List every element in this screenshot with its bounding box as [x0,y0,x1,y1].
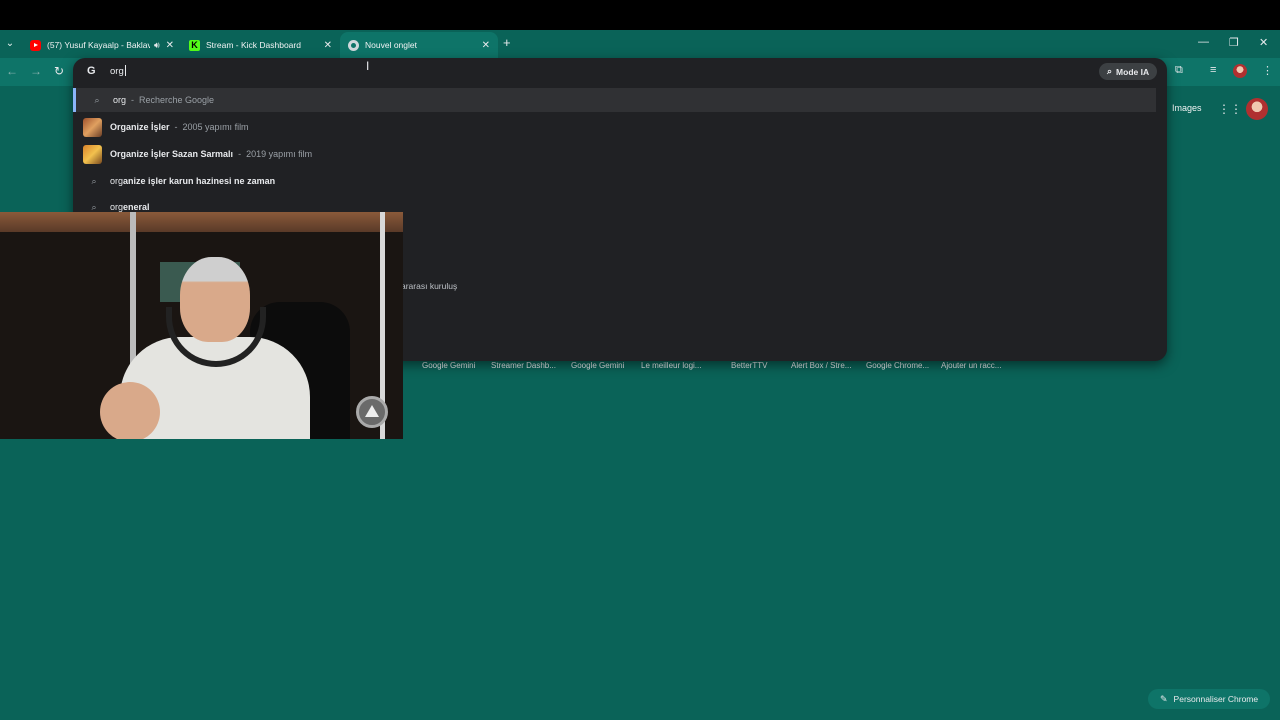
suggestion-text: Organize İşler Sazan Sarmalı -2019 yapımı… [110,149,312,159]
shortcut-tile[interactable]: Le meilleur logi... [641,361,701,370]
omnibox-input[interactable]: org [110,65,126,77]
webcam-person-arm [100,382,160,439]
youtube-icon [30,39,41,51]
mode-ia-button[interactable]: ⌕ Mode IA [1099,63,1158,80]
screen-top-bar [0,0,1280,30]
suggestion-item[interactable]: Organize İşler -2005 yapımı film [73,115,1156,139]
search-icon: ⌕ [91,201,97,212]
channel-logo-icon [356,396,388,428]
webcam-wall [0,212,403,232]
speaker-icon[interactable]: 🔊︎ [154,40,160,51]
suggestion-subtitle: 2019 yapımı film [246,149,313,159]
shortcut-tile[interactable]: BetterTTV [731,361,767,370]
suggestion-text: Organize İşler -2005 yapımı film [110,122,249,132]
suggestion-item[interactable]: Organize İşler Sazan Sarmalı -2019 yapımı… [73,142,1156,166]
search-icon: ⌕ [91,175,97,186]
more-menu-icon[interactable]: ⋮ [1262,64,1273,77]
suggestion-completion: eneral [123,202,150,212]
suggestion-subtitle: Recherche Google [139,95,215,105]
suggestion-typed-part: org [110,202,124,212]
profile-avatar[interactable] [1233,64,1247,78]
extensions-puzzle-icon[interactable]: ⧉ [1175,64,1183,77]
minimize-icon[interactable]: — [1198,36,1209,48]
suggestion-typed-part: org [110,176,124,186]
tab-youtube[interactable]: (57) Yusuf Kayaalp - Baklav 🔊︎ ✕ [22,32,182,58]
google-g-icon: G [87,65,96,77]
tab-kick-dashboard[interactable]: K Stream - Kick Dashboard ✕ [181,32,340,58]
movie-thumbnail [83,144,102,164]
suggestion-separator: - [174,122,178,132]
tab-title: Nouvel onglet [365,40,417,50]
shortcut-tile[interactable]: Google Chrome... [866,361,929,370]
window-close-icon[interactable]: ✕ [1259,36,1268,49]
account-avatar[interactable] [1246,98,1268,120]
close-tab-icon[interactable]: ✕ [166,40,174,51]
restore-icon[interactable]: ❐ [1229,36,1239,49]
tab-strip: ⌄ (57) Yusuf Kayaalp - Baklav 🔊︎ ✕ K Str… [0,30,1280,58]
customize-chrome-button[interactable]: ✎ Personnaliser Chrome [1148,689,1271,709]
suggestion-subtitle: 2005 yapımı film [182,122,249,132]
suggestion-query: org [113,95,127,105]
suggestion-item[interactable]: ⌕ organize işler karun hazinesi ne zaman [73,169,1156,193]
partially-hidden-suggestion[interactable]: ararası kuruluş [401,281,457,291]
images-link[interactable]: Images [1172,103,1202,113]
close-tab-icon[interactable]: ✕ [482,40,490,51]
suggestion-separator: - [131,95,135,105]
reload-icon[interactable]: ↻ [54,64,64,78]
shortcut-tile[interactable]: Google Gemini [422,361,475,370]
media-control-icon[interactable]: ≡ [1210,64,1216,76]
tab-search-chevron-icon[interactable]: ⌄ [3,36,17,52]
shortcut-tile[interactable]: Alert Box / Stre... [791,361,851,370]
suggestion-text: orgeneral [110,202,150,212]
suggestion-completion: anize işler karun hazinesi ne zaman [123,176,276,186]
suggestion-title: Organize İşler [110,122,170,132]
close-tab-icon[interactable]: ✕ [324,40,332,51]
pencil-icon: ✎ [1160,693,1168,704]
movie-thumbnail [83,117,102,137]
suggestion-item[interactable]: ⌕ org - Recherche Google [73,88,1156,112]
shortcut-tile[interactable]: Streamer Dashb... [491,361,556,370]
shortcut-tile[interactable]: Google Gemini [571,361,624,370]
back-arrow-icon[interactable]: ← [6,64,18,78]
search-sparkle-icon: ⌕ [1107,66,1113,76]
forward-arrow-icon[interactable]: → [30,64,42,78]
suggestion-text: org - Recherche Google [113,95,214,105]
webcam-overlay [0,212,403,439]
search-icon: ⌕ [94,94,100,105]
new-tab-plus-icon[interactable]: + [503,35,511,50]
mode-ia-label: Mode IA [1116,66,1150,77]
customize-chrome-label: Personnaliser Chrome [1173,694,1259,704]
add-shortcut-tile[interactable]: Ajouter un racc... [941,361,1001,370]
suggestion-text: organize işler karun hazinesi ne zaman [110,176,275,186]
tab-new-tab[interactable]: Nouvel onglet ✕ [340,32,498,58]
kick-icon: K [189,39,200,51]
text-cursor-icon: I [366,59,370,73]
tab-title: Stream - Kick Dashboard [206,40,301,50]
suggestion-title: Organize İşler Sazan Sarmalı [110,149,234,159]
suggestion-separator: - [238,149,242,159]
tab-title: (57) Yusuf Kayaalp - Baklav [47,40,150,50]
chrome-icon [348,39,359,51]
